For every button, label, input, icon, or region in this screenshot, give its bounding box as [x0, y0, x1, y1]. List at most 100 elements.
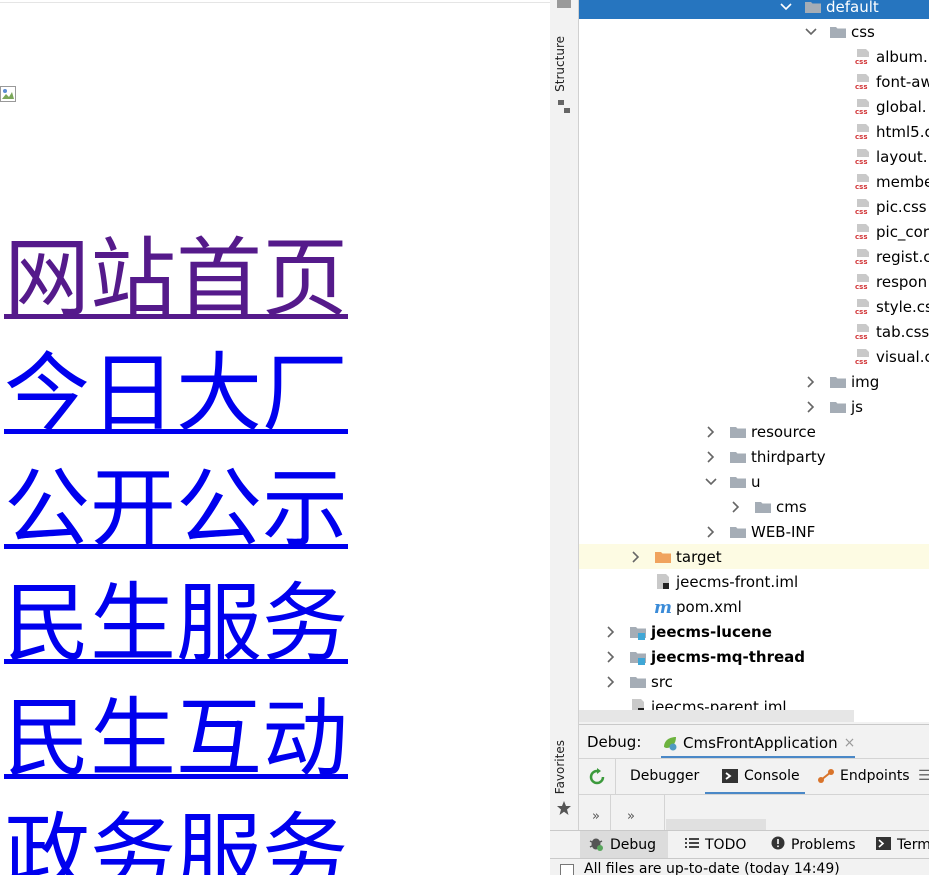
css-file-icon: css [854, 298, 872, 316]
close-icon[interactable]: × [844, 735, 856, 751]
css-file-icon: css [854, 323, 872, 341]
tree-row[interactable]: css tab.css [579, 319, 929, 344]
chevron-right-icon[interactable] [804, 400, 818, 414]
status-bar: All files are up-to-date (today 14:49) [550, 858, 929, 875]
status-toggle-icon[interactable] [560, 864, 574, 875]
chevron-right-icon[interactable] [604, 675, 618, 689]
chevron-right-icon[interactable] [704, 450, 718, 464]
chevron-right-icon[interactable] [604, 625, 618, 639]
broken-image-icon [0, 86, 16, 102]
tree-row[interactable]: css global. [579, 94, 929, 119]
tree-row-label: regist.c [876, 247, 929, 266]
star-icon [557, 801, 571, 815]
tree-row[interactable]: src [579, 669, 929, 694]
expand-panel-icon[interactable]: » [627, 809, 635, 824]
project-tree[interactable]: default css css album. css font-aw css global. c… [579, 0, 929, 722]
tree-row-label: u [751, 472, 761, 491]
tree-row[interactable]: jeecms-mq-thread [579, 644, 929, 669]
tree-row-label: resource [751, 422, 816, 441]
structure-tab[interactable]: Structure [553, 36, 567, 92]
tree-row[interactable]: jeecms-lucene [579, 619, 929, 644]
css-file-icon: css [854, 223, 872, 241]
folder-icon [829, 399, 847, 415]
svg-text:css: css [855, 158, 867, 165]
bottom-tab-debug[interactable]: Debug [580, 831, 668, 859]
nav-link[interactable]: 民生服务 [4, 574, 348, 674]
tree-row[interactable]: u [579, 469, 929, 494]
svg-text:css: css [855, 358, 867, 365]
tree-row-label: pic.css [876, 197, 927, 216]
tree-row-label: thirdparty [751, 447, 826, 466]
chevron-right-icon[interactable] [729, 500, 743, 514]
tree-row[interactable]: css regist.c [579, 244, 929, 269]
sidebar-top-button[interactable] [557, 0, 571, 8]
tree-row-label: jeecms-front.iml [676, 572, 799, 591]
tree-row[interactable]: css pic_cor [579, 219, 929, 244]
more-tabs-icon[interactable]: ☰ [918, 768, 929, 784]
tree-row-label: WEB-INF [751, 522, 816, 541]
tree-horizontal-scrollbar[interactable] [579, 710, 854, 722]
nav-link[interactable]: 民生互动 [4, 689, 348, 789]
bottom-tab-label: Problems [791, 837, 856, 853]
chevron-down-icon[interactable] [779, 0, 793, 14]
tree-row-label: font-aw [876, 72, 929, 91]
bottom-tab-termin[interactable]: Termin [868, 831, 929, 859]
chevron-down-icon[interactable] [704, 475, 718, 489]
chevron-right-icon[interactable] [604, 650, 618, 664]
folder-icon [729, 449, 747, 465]
endpoints-tab[interactable]: Endpoints [817, 768, 910, 784]
tree-row[interactable]: css html5.c [579, 119, 929, 144]
tree-row[interactable]: thirdparty [579, 444, 929, 469]
tree-row[interactable]: WEB-INF [579, 519, 929, 544]
svg-text:css: css [855, 258, 867, 265]
css-file-icon: css [854, 148, 872, 166]
tree-row[interactable]: css style.cs [579, 294, 929, 319]
folder-icon [729, 424, 747, 440]
bottom-tab-problems[interactable]: Problems [763, 831, 861, 859]
tree-row[interactable]: css font-aw [579, 69, 929, 94]
status-text: All files are up-to-date (today 14:49) [584, 861, 840, 875]
tree-row[interactable]: css membe [579, 169, 929, 194]
tree-row[interactable]: jeecms-front.iml [579, 569, 929, 594]
tree-row[interactable]: css [579, 19, 929, 44]
nav-link[interactable]: 公开公示 [4, 459, 348, 559]
css-file-icon: css [854, 73, 872, 91]
tree-row[interactable]: js [579, 394, 929, 419]
bottom-tab-todo[interactable]: TODO [677, 831, 755, 859]
chevron-right-icon[interactable] [704, 525, 718, 539]
chevron-right-icon[interactable] [804, 375, 818, 389]
nav-link[interactable]: 网站首页 [4, 229, 348, 329]
chevron-right-icon[interactable] [704, 425, 718, 439]
tree-row[interactable]: target [579, 544, 929, 569]
console-tab[interactable]: Console [722, 768, 800, 784]
tree-row[interactable]: resource [579, 419, 929, 444]
favorites-tab[interactable]: Favorites [553, 740, 567, 794]
rerun-icon[interactable] [587, 768, 607, 786]
debugger-tab-label: Debugger [630, 768, 700, 784]
nav-link[interactable]: 今日大厂 [4, 344, 348, 444]
tool-window-sidebar: Structure Favorites [550, 0, 579, 830]
iml-file-icon [654, 573, 672, 590]
debugger-tab[interactable]: Debugger [630, 768, 699, 784]
tree-row-label: style.cs [876, 297, 929, 316]
tree-row[interactable]: css visual.c [579, 344, 929, 369]
tree-row[interactable]: css respon [579, 269, 929, 294]
tree-row[interactable]: css layout. [579, 144, 929, 169]
tree-row[interactable]: m pom.xml [579, 594, 929, 619]
expand-toolbar-icon[interactable]: » [592, 809, 600, 824]
tree-row[interactable]: css album. [579, 44, 929, 69]
console-icon [722, 769, 738, 783]
svg-text:m: m [654, 599, 672, 615]
tree-row[interactable]: cms [579, 494, 929, 519]
debug-session-tab[interactable]: CmsFrontApplication × [661, 730, 856, 758]
console-tab-label: Console [744, 768, 800, 784]
list-icon [685, 836, 699, 854]
tree-row[interactable]: img [579, 369, 929, 394]
css-file-icon: css [854, 48, 872, 66]
tree-row[interactable]: default [579, 0, 929, 19]
debug-title: Debug: [587, 733, 642, 751]
nav-link[interactable]: 政务服务 [4, 804, 348, 875]
chevron-down-icon[interactable] [804, 25, 818, 39]
chevron-right-icon[interactable] [629, 550, 643, 564]
tree-row[interactable]: css pic.css [579, 194, 929, 219]
